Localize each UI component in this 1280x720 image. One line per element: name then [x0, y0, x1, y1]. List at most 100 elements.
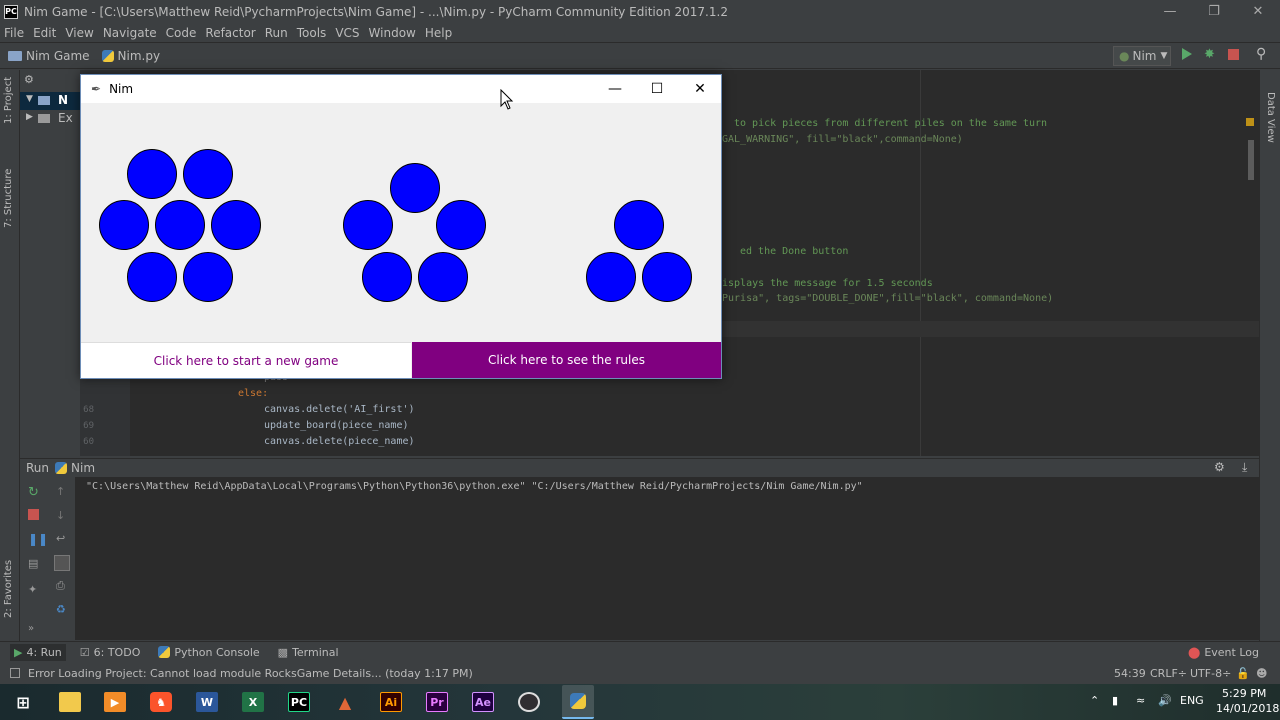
illustrator-icon[interactable]: Ai	[380, 692, 402, 712]
event-log-button[interactable]: ⬤ Event Log	[1184, 644, 1263, 661]
tab-terminal[interactable]: ▩ Terminal	[274, 644, 343, 661]
nim-title-bar[interactable]: ✒ Nim — ☐ ✕	[81, 75, 721, 103]
game-piece-pile1[interactable]	[127, 149, 177, 199]
game-piece-pile1[interactable]	[183, 149, 233, 199]
file-encoding[interactable]: UTF-8÷	[1190, 667, 1231, 680]
nim-minimize-button[interactable]: —	[593, 75, 637, 103]
obs-icon[interactable]	[518, 692, 540, 712]
cursor-position[interactable]: 54:39	[1114, 667, 1146, 680]
python-icon[interactable]	[562, 685, 594, 719]
matlab-icon[interactable]: ▲	[334, 692, 356, 712]
game-piece-pile2[interactable]	[436, 200, 486, 250]
breadcrumb-project[interactable]: Nim Game	[8, 49, 90, 63]
game-piece-pile2[interactable]	[390, 163, 440, 213]
tree-expand-icon[interactable]: ▼	[26, 94, 33, 104]
stop-icon[interactable]	[28, 509, 39, 520]
game-piece-pile3[interactable]	[586, 252, 636, 302]
menu-tools[interactable]: Tools	[297, 26, 327, 40]
nim-close-button[interactable]: ✕	[678, 75, 722, 103]
game-piece-pile1[interactable]	[127, 252, 177, 302]
soft-wrap-icon[interactable]: ↩	[56, 532, 68, 545]
tab-structure[interactable]: 7: Structure	[3, 169, 14, 228]
tab-project[interactable]: 1: Project	[3, 77, 14, 124]
hide-panel-icon[interactable]: ⤓	[1242, 460, 1247, 475]
language-indicator[interactable]: ENG	[1180, 694, 1204, 707]
game-piece-pile2[interactable]	[343, 200, 393, 250]
scroll-to-end-icon[interactable]	[54, 555, 70, 571]
brave-browser-icon[interactable]: ♞	[150, 692, 172, 712]
close-button[interactable]: ✕	[1236, 0, 1280, 23]
game-piece-pile2[interactable]	[418, 252, 468, 302]
inspection-warning-icon[interactable]	[1246, 118, 1254, 126]
premiere-icon[interactable]: Pr	[426, 692, 448, 712]
run-console[interactable]: ↻ ❚❚ ▤ ✦ » ↑ ↓ ↩ ⎙ ♻ "C:\Users\Matthew R…	[20, 477, 1259, 640]
clock-time[interactable]: 5:29 PM	[1222, 687, 1266, 700]
clear-trash-icon[interactable]: ♻	[56, 603, 68, 616]
word-icon[interactable]: W	[196, 692, 218, 712]
pause-icon[interactable]: ❚❚	[28, 532, 48, 546]
pin-icon[interactable]: ✦	[28, 583, 40, 596]
game-piece-pile1[interactable]	[211, 200, 261, 250]
media-player-icon[interactable]: ▶	[104, 692, 126, 712]
minimize-button[interactable]: —	[1148, 0, 1192, 23]
settings-gear-icon[interactable]: ⚙	[1214, 460, 1225, 474]
scroll-down-icon[interactable]: ↓	[56, 509, 68, 522]
menu-run[interactable]: Run	[265, 26, 288, 40]
editor-scrollbar[interactable]	[1248, 140, 1254, 180]
tab-todo[interactable]: ☑ 6: TODO	[76, 644, 145, 661]
see-rules-button[interactable]: Click here to see the rules	[412, 342, 721, 378]
game-piece-pile1[interactable]	[183, 252, 233, 302]
rerun-icon[interactable]: ↻	[28, 485, 40, 500]
menu-edit[interactable]: Edit	[33, 26, 56, 40]
run-panel-tab[interactable]: Nim	[71, 461, 95, 475]
volume-icon[interactable]: 🔊	[1158, 694, 1172, 707]
tab-data-view[interactable]: Data View	[1265, 92, 1276, 143]
menu-view[interactable]: View	[65, 26, 93, 40]
pycharm-icon[interactable]: PC	[288, 692, 310, 712]
menu-help[interactable]: Help	[425, 26, 452, 40]
layout-icon[interactable]: ▤	[28, 557, 40, 570]
run-command-output: "C:\Users\Matthew Reid\AppData\Local\Pro…	[86, 481, 863, 492]
nim-maximize-button[interactable]: ☐	[635, 75, 679, 103]
menu-code[interactable]: Code	[166, 26, 197, 40]
game-piece-pile2[interactable]	[362, 252, 412, 302]
game-piece-pile1[interactable]	[155, 200, 205, 250]
stop-icon[interactable]	[1228, 49, 1239, 60]
project-gear-icon[interactable]: ⚙	[24, 73, 34, 86]
game-piece-pile1[interactable]	[99, 200, 149, 250]
show-hidden-icons-chevron-icon[interactable]: ⌃	[1090, 694, 1099, 707]
file-explorer-icon[interactable]	[59, 692, 81, 712]
scroll-up-icon[interactable]: ↑	[56, 485, 68, 498]
new-game-button[interactable]: Click here to start a new game	[81, 342, 411, 378]
run-config-dropdown[interactable]: ● Nim ▼	[1113, 46, 1171, 66]
tree-collapse-icon[interactable]: ▶	[26, 112, 33, 122]
menu-refactor[interactable]: Refactor	[205, 26, 255, 40]
tab-favorites[interactable]: 2: Favorites	[3, 560, 14, 618]
search-icon[interactable]: ⚲	[1256, 46, 1266, 62]
menu-window[interactable]: Window	[369, 26, 416, 40]
status-message[interactable]: Error Loading Project: Cannot load modul…	[28, 667, 473, 680]
game-piece-pile3[interactable]	[642, 252, 692, 302]
line-separator[interactable]: CRLF÷	[1150, 667, 1187, 680]
excel-icon[interactable]: X	[242, 692, 264, 712]
print-icon[interactable]: ⎙	[56, 579, 68, 592]
menu-file[interactable]: File	[4, 26, 24, 40]
maximize-button[interactable]: ❐	[1192, 0, 1236, 23]
tab-run[interactable]: ▶ 4: Run	[10, 643, 66, 661]
game-piece-pile3[interactable]	[614, 200, 664, 250]
menu-navigate[interactable]: Navigate	[103, 26, 157, 40]
after-effects-icon[interactable]: Ae	[472, 692, 494, 712]
tab-python-console[interactable]: Python Console	[154, 644, 263, 661]
run-icon[interactable]	[1182, 48, 1192, 60]
lock-icon[interactable]: 🔓	[1236, 667, 1250, 680]
clock-date[interactable]: 14/01/2018	[1216, 702, 1279, 715]
more-icon[interactable]: »	[28, 623, 40, 635]
debug-icon[interactable]: ✸	[1204, 47, 1215, 62]
inspector-icon[interactable]: ☻	[1256, 667, 1267, 680]
battery-icon[interactable]: ▮	[1112, 694, 1118, 707]
tool-windows-toggle-icon[interactable]	[10, 668, 20, 678]
wifi-icon[interactable]: ≈	[1136, 694, 1145, 707]
breadcrumb-file[interactable]: Nim.py	[101, 49, 160, 63]
menu-vcs[interactable]: VCS	[335, 26, 359, 40]
start-icon[interactable]: ⊞	[12, 692, 34, 712]
